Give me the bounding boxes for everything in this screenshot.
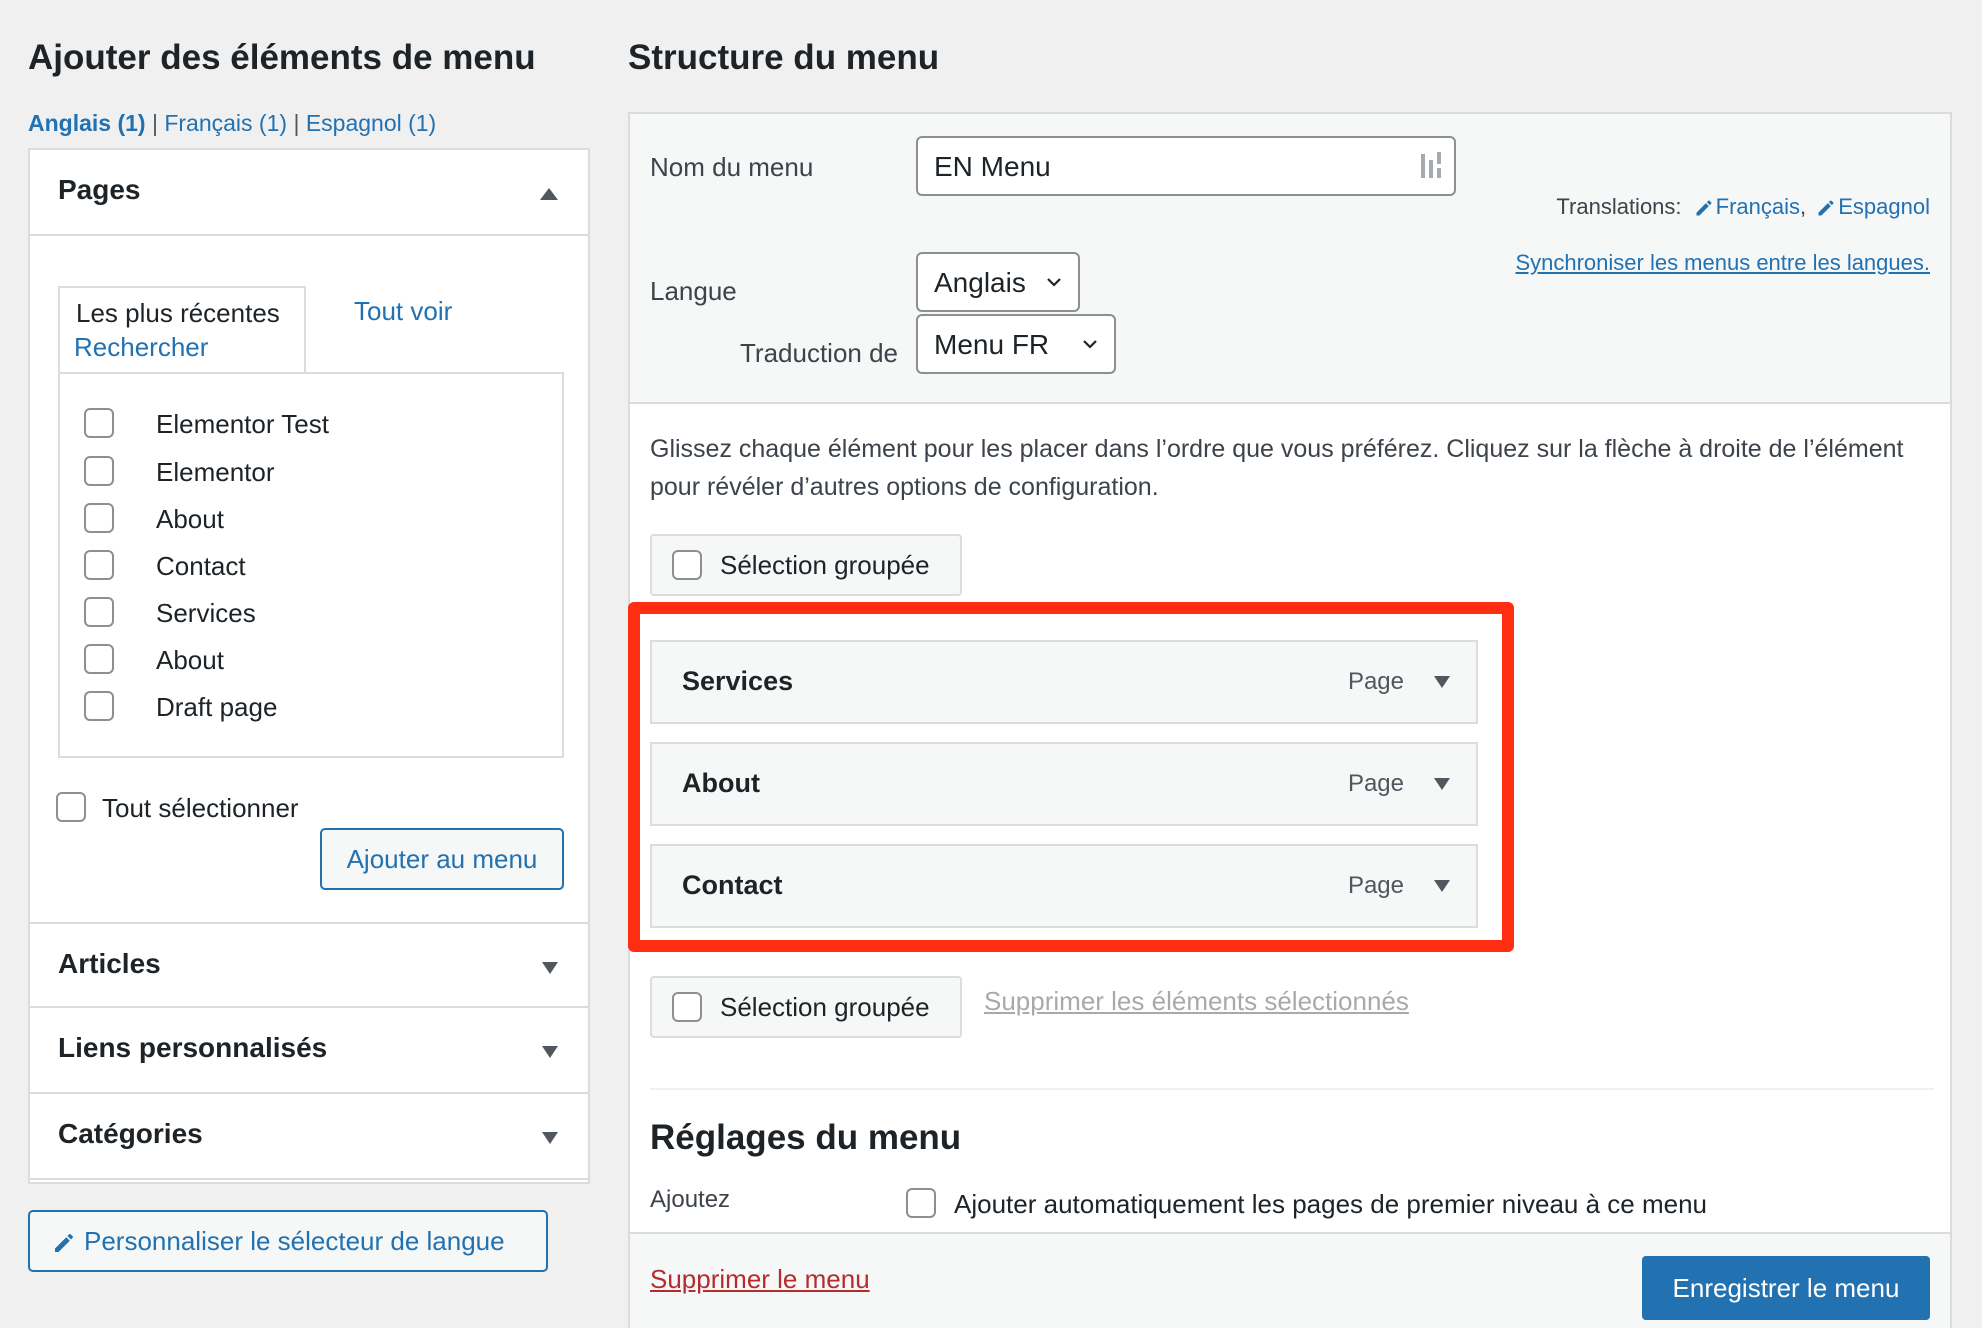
select-all-checkbox[interactable]: [56, 792, 86, 822]
bulk-select-label: Sélection groupée: [720, 992, 930, 1022]
tab-view-all[interactable]: Tout voir: [354, 296, 452, 327]
password-manager-icon[interactable]: [1418, 150, 1444, 182]
tab-search[interactable]: Rechercher: [74, 332, 208, 363]
menu-name-label: Nom du menu: [650, 152, 814, 182]
highlight-box: [628, 602, 1514, 952]
pencil-icon: [1818, 200, 1834, 216]
auto-add-checkbox[interactable]: [906, 1188, 936, 1218]
page-label: Contact: [156, 551, 246, 581]
pencil-icon: [1696, 200, 1712, 216]
delete-selected-link[interactable]: Supprimer les éléments sélectionnés: [984, 986, 1409, 1017]
bulk-select-top[interactable]: Sélection groupée: [650, 534, 962, 596]
page-label: About: [156, 504, 224, 534]
auto-add-label: Ajoutez: [650, 1186, 731, 1213]
language-filter: Anglais (1) | Français (1) | Espagnol (1…: [28, 110, 436, 137]
translations: Translations: Français, Espagnol: [1556, 194, 1930, 219]
checkbox[interactable]: [84, 644, 114, 674]
categories-section-header[interactable]: Catégories: [30, 1094, 588, 1180]
language-filter-french[interactable]: Français (1): [164, 110, 287, 136]
sync-menus-link[interactable]: Synchroniser les menus entre les langues…: [1515, 250, 1930, 276]
articles-section-header[interactable]: Articles: [30, 922, 588, 1008]
checkbox[interactable]: [84, 408, 114, 438]
language-label: Langue: [650, 276, 737, 306]
select-all-label: Tout sélectionner: [102, 793, 299, 823]
menu-name-value: EN Menu: [934, 151, 1051, 182]
articles-section-title: Articles: [58, 948, 161, 979]
delete-menu-link[interactable]: Supprimer le menu: [650, 1264, 870, 1295]
chevron-down-icon: [1083, 340, 1097, 349]
page-label: Draft page: [156, 692, 278, 722]
menu-structure-title: Structure du menu: [628, 38, 940, 77]
tab-recent-label: Les plus récentes: [76, 298, 280, 328]
language-filter-current[interactable]: Anglais (1): [28, 110, 146, 136]
categories-section-title: Catégories: [58, 1118, 203, 1149]
customize-language-switcher-label: Personnaliser le sélecteur de langue: [84, 1226, 505, 1256]
page-label: Services: [156, 598, 256, 628]
page-label: Elementor: [156, 457, 275, 487]
checkbox[interactable]: [84, 691, 114, 721]
language-select-value: Anglais: [934, 267, 1026, 298]
bulk-select-checkbox[interactable]: [672, 550, 702, 580]
add-to-menu-button[interactable]: Ajouter au menu: [320, 828, 564, 890]
menu-footer: Supprimer le menu Enregistrer le menu: [630, 1232, 1950, 1328]
checkbox[interactable]: [84, 456, 114, 486]
pencil-icon: [55, 1234, 73, 1253]
customize-language-switcher-button[interactable]: Personnaliser le sélecteur de langue: [28, 1210, 548, 1272]
language-filter-separator: |: [151, 110, 158, 136]
custom-links-section-header[interactable]: Liens personnalisés: [30, 1008, 588, 1094]
expand-arrow-icon[interactable]: [542, 962, 558, 974]
bulk-select-bottom[interactable]: Sélection groupée: [650, 976, 962, 1038]
translation-of-select[interactable]: Menu FR: [916, 314, 1116, 374]
save-menu-button[interactable]: Enregistrer le menu: [1642, 1256, 1930, 1320]
pages-section-title: Pages: [58, 174, 141, 205]
auto-add-option-label: Ajouter automatiquement les pages de pre…: [954, 1189, 1707, 1219]
pages-section-header[interactable]: Pages: [30, 150, 588, 236]
menu-header: Nom du menu EN Menu Translations: França…: [630, 114, 1950, 404]
translation-spanish-link[interactable]: Espagnol: [1838, 194, 1930, 219]
language-filter-spanish[interactable]: Espagnol (1): [306, 110, 436, 136]
translations-label: Translations:: [1556, 194, 1682, 219]
chevron-down-icon: [1047, 278, 1061, 287]
menu-items-accordion: Pages Les plus récentes Tout voir Recher…: [28, 148, 590, 1184]
instructions-text: Glissez chaque élément pour les placer d…: [650, 435, 1904, 501]
page-label: About: [156, 645, 224, 675]
divider: [650, 1088, 1934, 1090]
collapse-arrow-icon[interactable]: [540, 188, 558, 200]
language-filter-separator: |: [293, 110, 300, 136]
custom-links-section-title: Liens personnalisés: [58, 1032, 328, 1063]
translation-of-value: Menu FR: [934, 329, 1050, 360]
menu-settings-title: Réglages du menu: [650, 1118, 962, 1157]
language-select[interactable]: Anglais: [916, 252, 1080, 312]
expand-arrow-icon[interactable]: [542, 1132, 558, 1144]
checkbox[interactable]: [84, 503, 114, 533]
translation-of-label: Traduction de: [740, 338, 899, 368]
translation-french-link[interactable]: Français: [1716, 194, 1800, 219]
page-label: Elementor Test: [156, 409, 329, 439]
add-menu-items-title: Ajouter des éléments de menu: [28, 38, 536, 77]
checkbox[interactable]: [84, 597, 114, 627]
menu-name-input[interactable]: EN Menu: [916, 136, 1456, 196]
checkbox[interactable]: [84, 550, 114, 580]
recent-pages-list: Elementor Test Elementor About Contact S…: [58, 372, 564, 758]
expand-arrow-icon[interactable]: [542, 1046, 558, 1058]
bulk-select-checkbox[interactable]: [672, 992, 702, 1022]
bulk-select-label: Sélection groupée: [720, 550, 930, 580]
